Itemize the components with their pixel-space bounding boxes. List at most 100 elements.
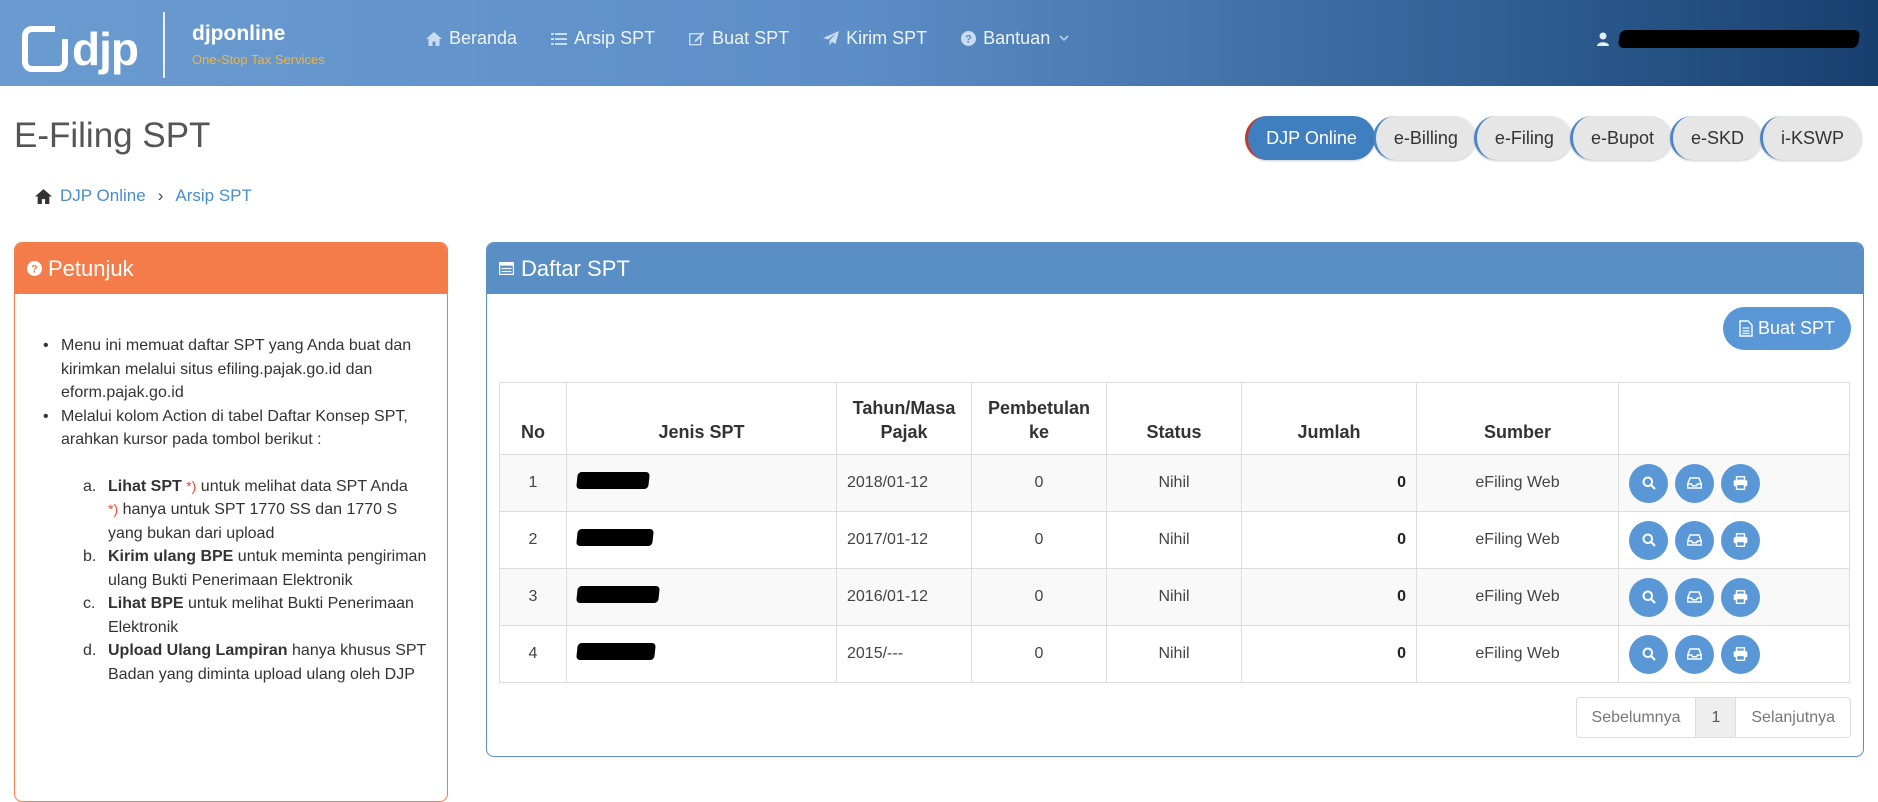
pill-e-skd[interactable]: e-SKD xyxy=(1669,116,1762,160)
spt-table: No Jenis SPT Tahun/Masa Pajak Pembetulan… xyxy=(499,382,1850,683)
table-header-row: No Jenis SPT Tahun/Masa Pajak Pembetulan… xyxy=(499,382,1850,455)
petunjuk-title: Petunjuk xyxy=(48,255,134,281)
redacted-jenis-spt xyxy=(576,586,660,603)
cell-sumber: eFiling Web xyxy=(1416,454,1619,512)
kirim-ulang-bpe-button[interactable] xyxy=(1675,634,1714,674)
print-icon xyxy=(1733,476,1748,490)
table-icon xyxy=(499,262,514,275)
cell-no: 1 xyxy=(499,454,567,512)
cell-jumlah: 0 xyxy=(1241,625,1417,683)
send-icon xyxy=(823,31,840,46)
pill-djp-online[interactable]: DJP Online xyxy=(1245,116,1375,160)
lihat-spt-button[interactable] xyxy=(1629,634,1668,674)
nav-buat-spt[interactable]: Buat SPT xyxy=(689,28,789,49)
table-row: 2 2017/01-12 0 Nihil 0 eFiling Web xyxy=(499,511,1850,569)
item-text: untuk melihat data SPT Anda xyxy=(196,477,408,495)
search-icon xyxy=(1642,647,1656,661)
lihat-bpe-button[interactable] xyxy=(1721,463,1760,503)
pager-prev[interactable]: Sebelumnya xyxy=(1577,698,1696,737)
cell-status: Nihil xyxy=(1106,454,1242,512)
edit-icon xyxy=(689,32,705,46)
item-bold: Lihat SPT xyxy=(108,477,182,495)
item-bold: Kirim ulang BPE xyxy=(108,548,234,565)
inbox-icon xyxy=(1687,534,1702,546)
nav-label: Arsip SPT xyxy=(574,28,656,48)
djp-logo[interactable]: djp xyxy=(22,22,139,76)
buat-spt-button[interactable]: Buat SPT xyxy=(1722,307,1851,350)
pill-i-kswp[interactable]: i-KSWP xyxy=(1760,116,1862,160)
search-icon xyxy=(1642,476,1656,490)
lihat-bpe-button[interactable] xyxy=(1721,634,1760,674)
pill-e-filing[interactable]: e-Filing xyxy=(1473,116,1572,160)
col-action xyxy=(1618,382,1850,455)
nav-kirim-spt[interactable]: Kirim SPT xyxy=(823,28,927,49)
item-star: *) xyxy=(186,477,197,494)
redacted-jenis-spt xyxy=(576,643,656,660)
cell-jenis-spt xyxy=(566,625,837,683)
file-icon xyxy=(1739,320,1753,337)
print-icon xyxy=(1733,647,1748,661)
cell-pembetulan: 0 xyxy=(971,511,1107,569)
petunjuk-item: d. Upload Ulang Lampiran hanya khusus SP… xyxy=(83,639,427,686)
cell-jenis-spt xyxy=(566,568,837,626)
cell-tahun: 2016/01-12 xyxy=(836,568,972,626)
nav-label: Beranda xyxy=(449,28,518,48)
user-icon xyxy=(1597,32,1609,46)
brand-name: djponline xyxy=(192,22,286,45)
cell-jumlah: 0 xyxy=(1241,511,1417,569)
breadcrumb-arsip-spt[interactable]: Arsip SPT xyxy=(175,186,252,206)
pill-e-billing[interactable]: e-Billing xyxy=(1372,116,1476,160)
pill-e-bupot[interactable]: e-Bupot xyxy=(1569,116,1672,160)
user-menu[interactable] xyxy=(1597,30,1861,48)
search-icon xyxy=(1642,533,1656,547)
item-marker: a. xyxy=(83,477,97,495)
question-icon: ? xyxy=(961,31,977,46)
kirim-ulang-bpe-button[interactable] xyxy=(1675,463,1714,503)
breadcrumb-djp-online[interactable]: DJP Online xyxy=(60,186,146,206)
nav-label: Buat SPT xyxy=(712,28,790,48)
kirim-ulang-bpe-button[interactable] xyxy=(1675,577,1714,617)
nav-label: Kirim SPT xyxy=(846,28,928,48)
service-pills: DJP Online e-Billing e-Filing e-Bupot e-… xyxy=(1245,116,1862,160)
cell-pembetulan: 0 xyxy=(971,568,1107,626)
lihat-spt-button[interactable] xyxy=(1629,577,1668,617)
table-row: 1 2018/01-12 0 Nihil 0 eFiling Web xyxy=(499,454,1850,512)
col-status: Status xyxy=(1106,382,1242,455)
logo-mark-icon xyxy=(22,25,69,72)
petunjuk-item: a. Lihat SPT *) untuk melihat data SPT A… xyxy=(83,475,427,546)
kirim-ulang-bpe-button[interactable] xyxy=(1675,520,1714,560)
pager-next[interactable]: Selanjutnya xyxy=(1735,698,1850,737)
item-marker: d. xyxy=(83,642,97,659)
page-title: E-Filing SPT xyxy=(14,116,211,155)
nav-beranda[interactable]: Beranda xyxy=(426,28,517,49)
inbox-icon xyxy=(1687,477,1702,489)
cell-status: Nihil xyxy=(1106,568,1242,626)
lihat-bpe-button[interactable] xyxy=(1721,520,1760,560)
inbox-icon xyxy=(1687,648,1702,660)
petunjuk-bullet: Menu ini memuat daftar SPT yang Anda bua… xyxy=(39,334,427,405)
nav-bantuan[interactable]: ? Bantuan xyxy=(961,28,1076,49)
item-note-star: *) xyxy=(108,501,119,517)
lihat-bpe-button[interactable] xyxy=(1721,577,1760,617)
list-icon xyxy=(551,32,568,45)
col-pembetulan-ke: Pembetulan ke xyxy=(971,382,1107,455)
main-nav: Beranda Arsip SPT Buat SPT Kirim SPT ? B… xyxy=(426,28,1110,49)
cell-jumlah: 0 xyxy=(1241,454,1417,512)
cell-actions xyxy=(1618,454,1850,512)
petunjuk-bullet-text: Melalui kolom Action di tabel Daftar Kon… xyxy=(61,407,408,449)
cell-tahun: 2015/--- xyxy=(836,625,972,683)
lihat-spt-button[interactable] xyxy=(1629,520,1668,560)
cell-jenis-spt xyxy=(566,511,837,569)
redacted-username xyxy=(1617,30,1861,48)
redacted-jenis-spt xyxy=(576,529,654,546)
home-icon xyxy=(426,31,442,46)
cell-jumlah: 0 xyxy=(1241,568,1417,626)
nav-arsip-spt[interactable]: Arsip SPT xyxy=(551,28,655,49)
petunjuk-body: Menu ini memuat daftar SPT yang Anda bua… xyxy=(15,294,447,686)
cell-no: 3 xyxy=(499,568,567,626)
pager-current[interactable]: 1 xyxy=(1695,698,1736,737)
svg-text:?: ? xyxy=(965,34,972,46)
col-jenis-spt: Jenis SPT xyxy=(566,382,837,455)
lihat-spt-button[interactable] xyxy=(1629,463,1668,503)
daftar-spt-panel: Daftar SPT Buat SPT No Jenis SPT Tahun/M… xyxy=(486,242,1864,757)
